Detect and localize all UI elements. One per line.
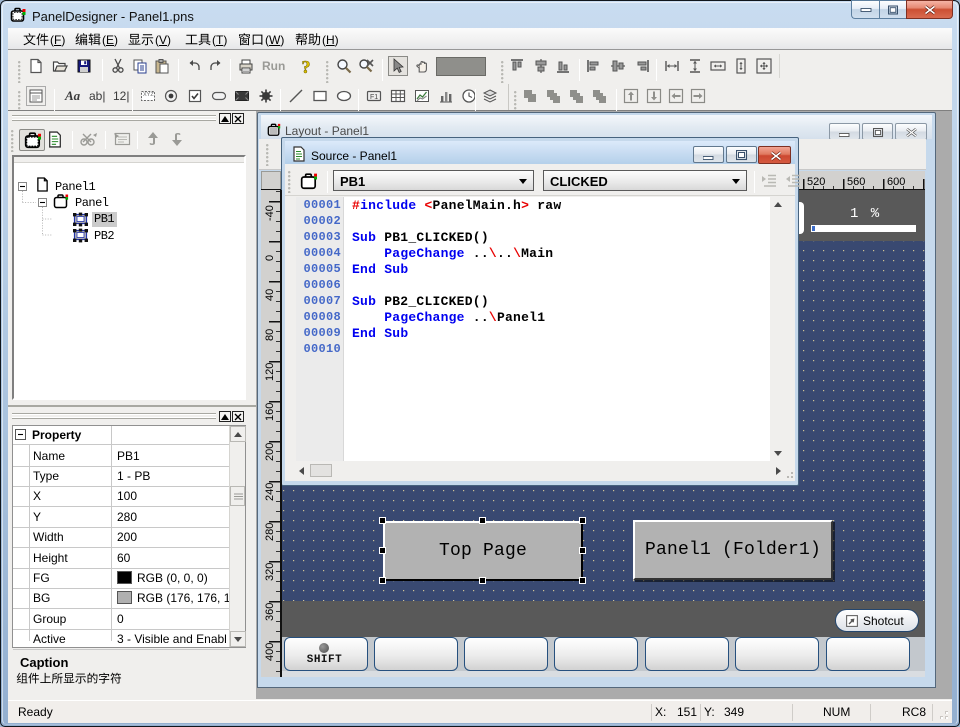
svg-text:12|: 12| bbox=[113, 89, 129, 103]
svg-text:520: 520 bbox=[807, 176, 825, 188]
svg-text:F1: F1 bbox=[370, 94, 378, 101]
svg-text:Aa: Aa bbox=[64, 88, 81, 103]
svg-text:XYZ: XYZ bbox=[143, 92, 154, 98]
svg-text:600: 600 bbox=[887, 176, 905, 188]
svg-text:ab|: ab| bbox=[89, 89, 105, 103]
svg-text:560: 560 bbox=[847, 176, 865, 188]
svg-text:?: ? bbox=[302, 58, 311, 74]
